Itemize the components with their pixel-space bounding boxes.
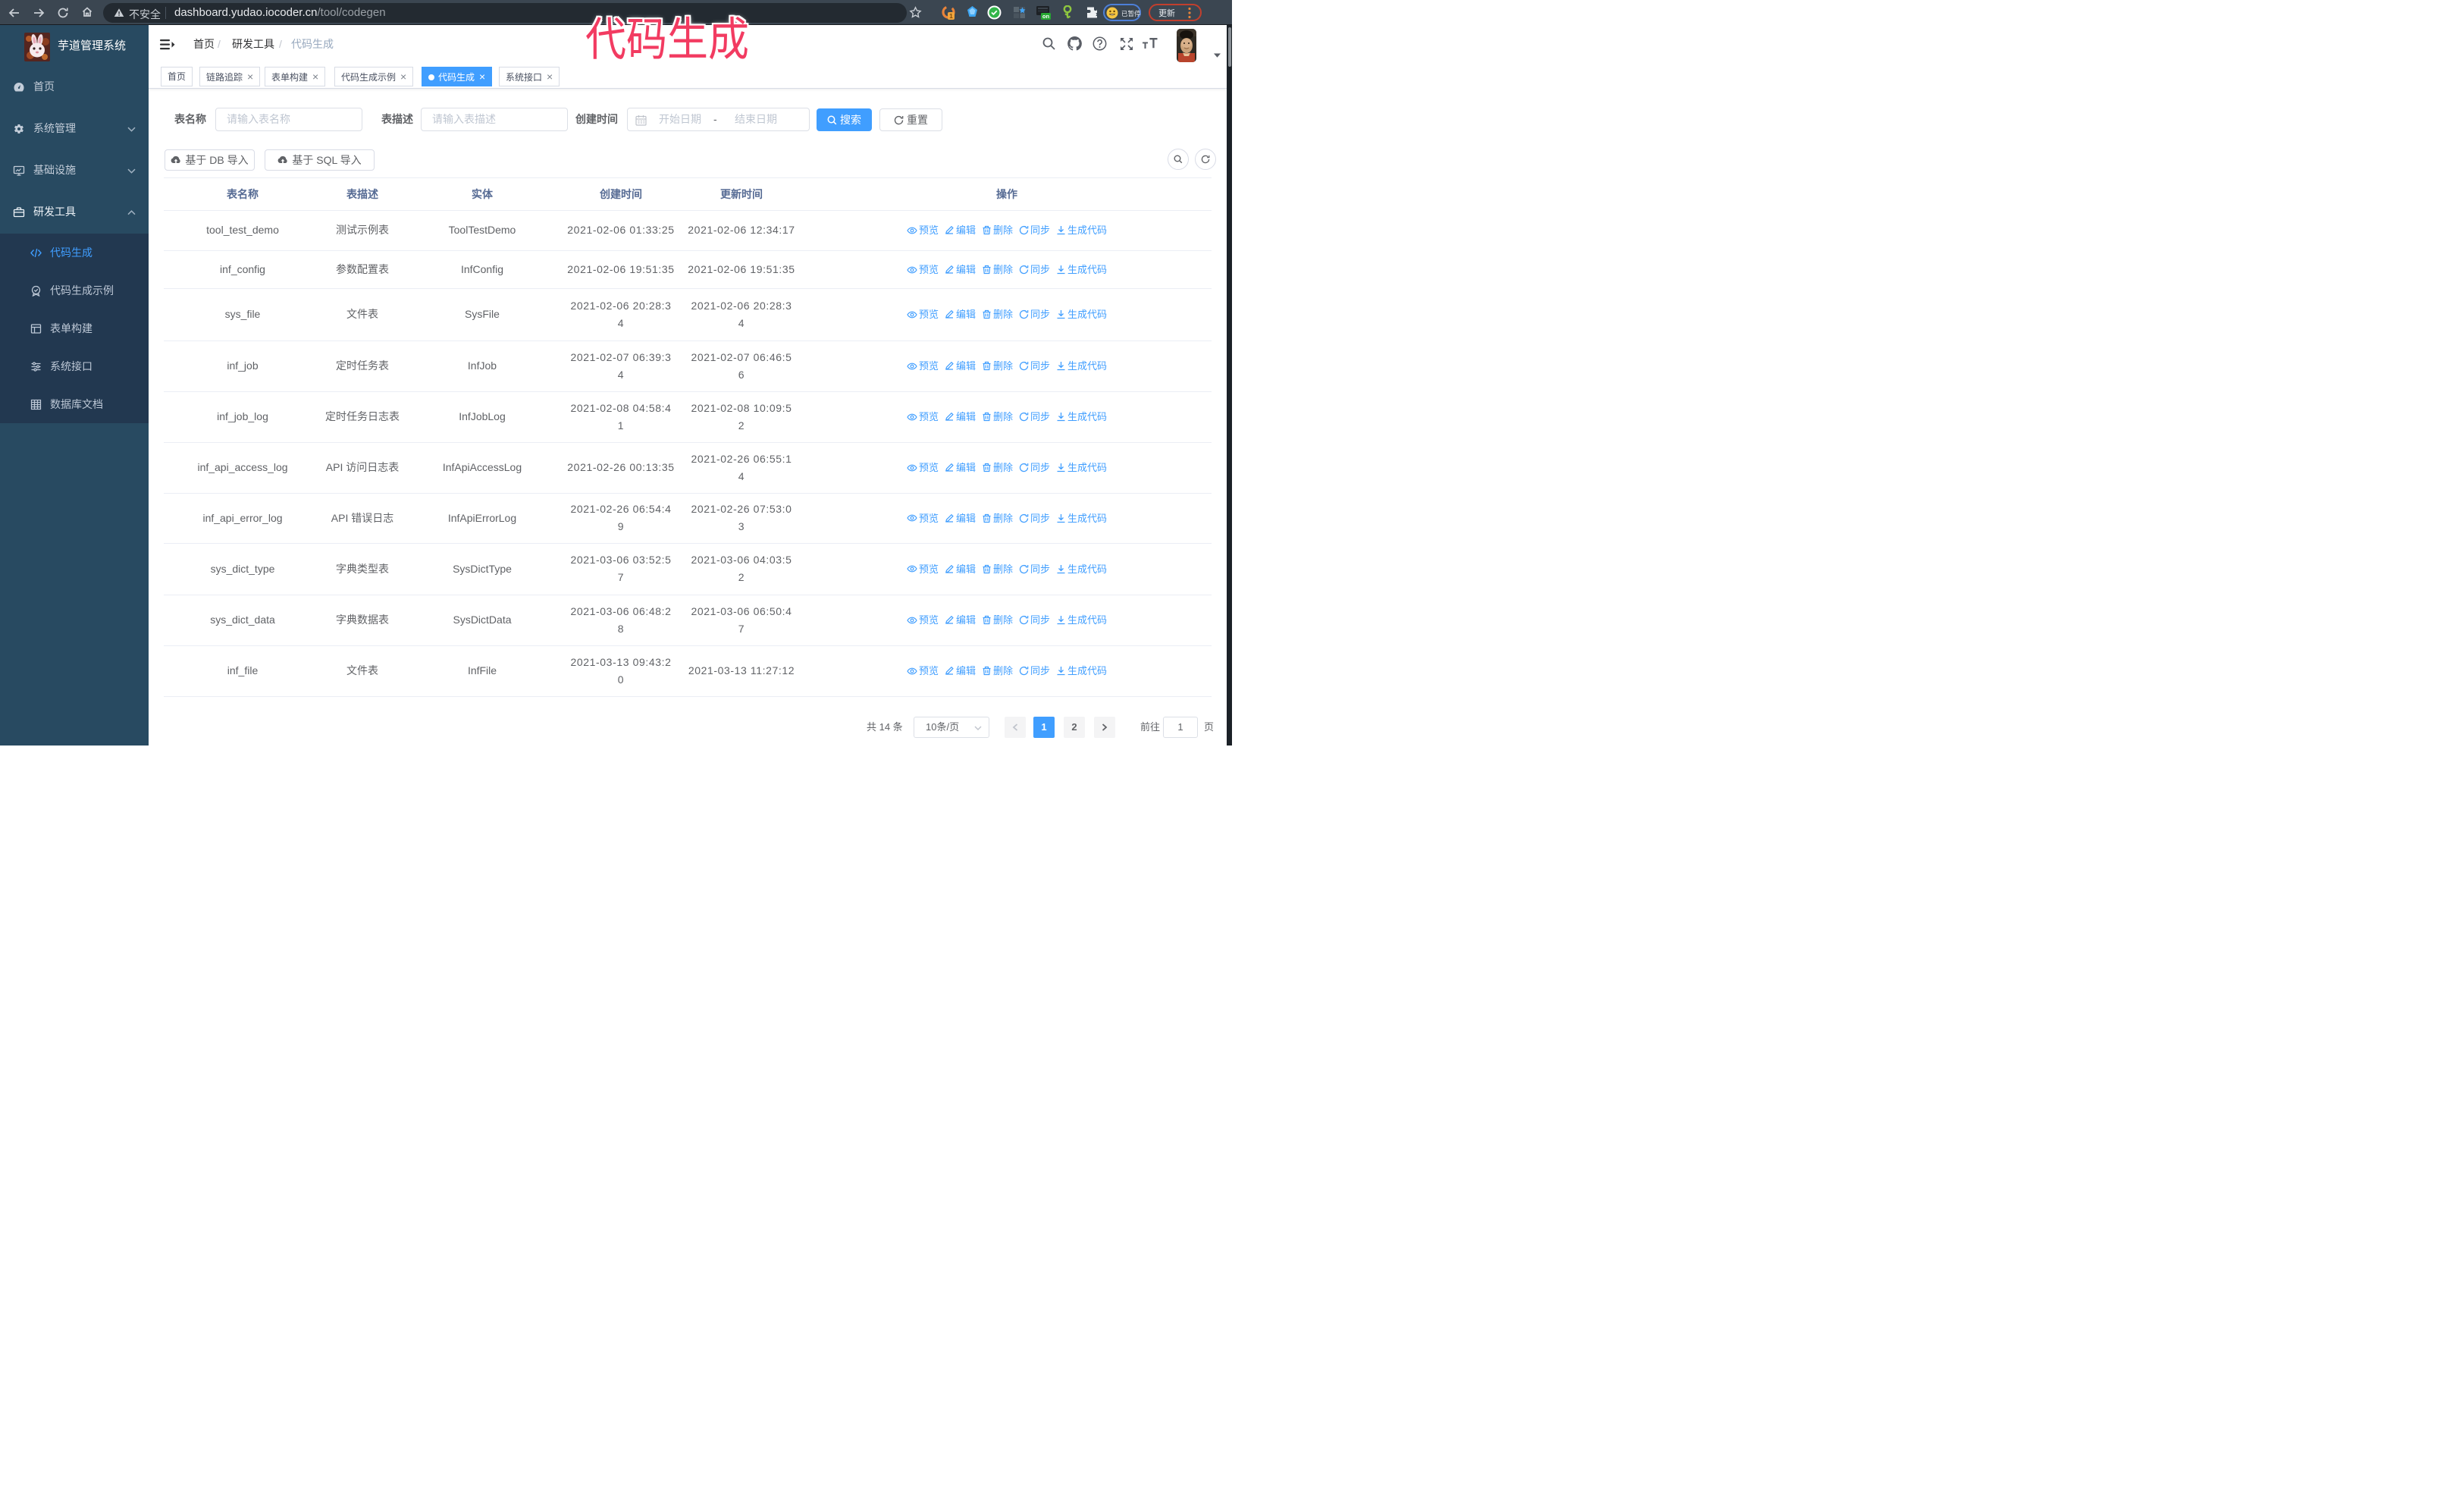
svg-text:on: on bbox=[1042, 13, 1050, 20]
svg-text:1: 1 bbox=[949, 13, 953, 20]
